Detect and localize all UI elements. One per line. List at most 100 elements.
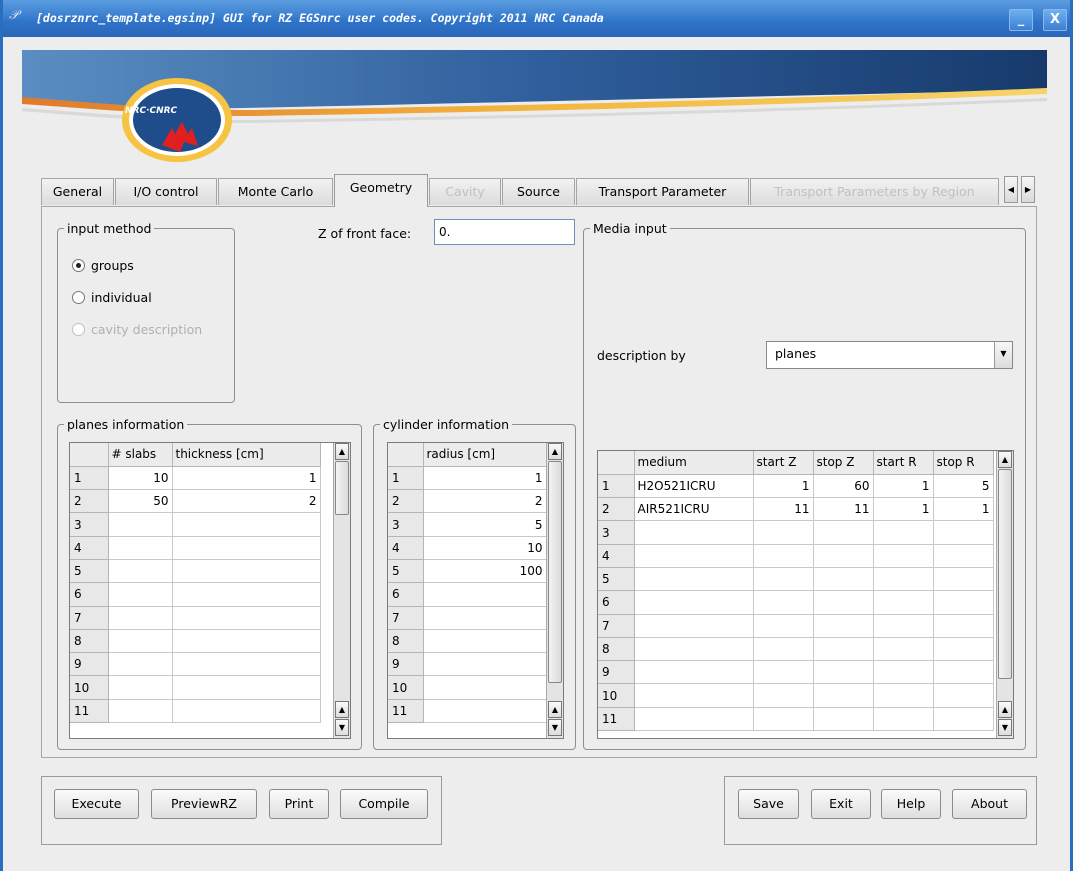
compile-button[interactable]: Compile: [340, 789, 428, 819]
table-row[interactable]: 3: [70, 512, 321, 537]
row-number[interactable]: 2: [70, 489, 109, 514]
print-button[interactable]: Print: [269, 789, 329, 819]
row-number[interactable]: 4: [598, 544, 635, 568]
tab-scroll-right-button[interactable]: ▶: [1021, 176, 1035, 203]
exit-button[interactable]: Exit: [811, 789, 871, 819]
table-cell[interactable]: [933, 544, 994, 568]
planes-scrollbar[interactable]: ▲ ▲ ▼: [333, 443, 350, 738]
table-cell[interactable]: [813, 567, 874, 592]
scroll-down-button[interactable]: ▼: [335, 719, 349, 736]
table-cell[interactable]: [423, 699, 547, 724]
column-header[interactable]: stop R: [933, 451, 994, 475]
table-cell[interactable]: [108, 512, 173, 537]
table-cell[interactable]: [753, 637, 814, 662]
table-row[interactable]: 11: [388, 466, 547, 491]
row-number[interactable]: 11: [598, 707, 635, 732]
tab-geometry[interactable]: Geometry: [334, 174, 428, 207]
table-row[interactable]: 5: [70, 559, 321, 584]
row-number[interactable]: 3: [388, 512, 424, 537]
table-cell[interactable]: [423, 582, 547, 607]
table-cell[interactable]: [753, 567, 814, 592]
tab-scroll-left-button[interactable]: ◀: [1004, 176, 1018, 203]
cylinder-table[interactable]: radius [cm] 1 1 2 2 3 5 4 10 5 100 6 7 8 9 10 11 ▲ ▲ ▼: [387, 442, 564, 739]
table-cell[interactable]: 11: [813, 497, 874, 522]
row-number[interactable]: 1: [598, 474, 635, 499]
title-bar[interactable]: 𝒫 [dosrznrc_template.egsinp] GUI for RZ …: [3, 0, 1070, 37]
dropdown-arrow-icon[interactable]: ▼: [994, 342, 1012, 368]
table-cell[interactable]: 50: [108, 489, 173, 514]
scroll-up-button[interactable]: ▲: [548, 443, 562, 460]
table-row[interactable]: 2 50 2: [70, 489, 321, 514]
column-header[interactable]: radius [cm]: [423, 443, 547, 467]
row-number[interactable]: 6: [70, 582, 109, 607]
table-cell[interactable]: [933, 614, 994, 638]
table-cell[interactable]: [813, 590, 874, 615]
table-cell[interactable]: 5: [933, 474, 994, 499]
table-cell[interactable]: [873, 683, 934, 708]
table-cell[interactable]: [423, 606, 547, 630]
table-cell[interactable]: [933, 683, 994, 708]
table-row[interactable]: 4: [70, 536, 321, 560]
table-cell[interactable]: [873, 660, 934, 685]
table-row[interactable]: 11: [70, 699, 321, 724]
table-cell[interactable]: [634, 590, 754, 615]
table-cell[interactable]: 10: [108, 466, 173, 491]
row-number[interactable]: 9: [70, 652, 109, 677]
table-cell[interactable]: [172, 652, 321, 677]
front-face-input[interactable]: [434, 219, 575, 245]
row-number[interactable]: 4: [388, 536, 424, 560]
table-cell[interactable]: [172, 699, 321, 724]
row-number[interactable]: 4: [70, 536, 109, 560]
table-cell[interactable]: 5: [423, 512, 547, 537]
table-cell[interactable]: [813, 707, 874, 732]
table-cell[interactable]: [172, 582, 321, 607]
column-header[interactable]: thickness [cm]: [172, 443, 321, 467]
table-cell[interactable]: [172, 629, 321, 654]
table-row[interactable]: 8: [388, 629, 547, 654]
row-number[interactable]: 11: [388, 699, 424, 724]
table-cell[interactable]: [634, 567, 754, 592]
save-button[interactable]: Save: [738, 789, 799, 819]
table-row[interactable]: 1 10 1: [70, 466, 321, 491]
tab-cavity[interactable]: Cavity: [429, 178, 501, 205]
table-cell[interactable]: [933, 520, 994, 545]
table-cell[interactable]: [172, 606, 321, 630]
scroll-thumb[interactable]: [548, 461, 562, 683]
row-number[interactable]: 9: [598, 660, 635, 685]
row-number[interactable]: 1: [388, 466, 424, 491]
table-cell[interactable]: [933, 637, 994, 662]
radio-cavity-description[interactable]: cavity description: [72, 322, 202, 337]
preview-rz-button[interactable]: PreviewRZ: [151, 789, 257, 819]
close-button[interactable]: X: [1043, 9, 1067, 31]
table-cell[interactable]: [108, 699, 173, 724]
table-cell[interactable]: 1: [753, 474, 814, 499]
tab-io-control[interactable]: I/O control: [115, 178, 217, 205]
table-cell[interactable]: [634, 637, 754, 662]
row-number[interactable]: 5: [598, 567, 635, 592]
table-row[interactable]: 9: [70, 652, 321, 677]
scroll-down-button[interactable]: ▼: [548, 719, 562, 736]
table-cell[interactable]: [753, 614, 814, 638]
table-row[interactable]: 10: [70, 675, 321, 700]
table-row[interactable]: 2 AIR521ICRU 11 11 1 1: [598, 497, 994, 522]
table-row[interactable]: 11: [598, 707, 994, 732]
row-number[interactable]: 3: [598, 520, 635, 545]
row-number[interactable]: 3: [70, 512, 109, 537]
table-row[interactable]: 7: [598, 614, 994, 638]
table-cell[interactable]: [873, 614, 934, 638]
table-cell[interactable]: 11: [753, 497, 814, 522]
table-cell[interactable]: [423, 675, 547, 700]
scroll-down-button[interactable]: ▼: [998, 719, 1012, 736]
table-row[interactable]: 10: [388, 675, 547, 700]
table-cell[interactable]: [423, 629, 547, 654]
table-row[interactable]: 5: [598, 567, 994, 592]
row-number[interactable]: 8: [70, 629, 109, 654]
row-number[interactable]: 2: [388, 489, 424, 514]
media-table[interactable]: medium start Zstop Zstart Rstop R 1 H2O521…: [597, 450, 1014, 739]
table-cell[interactable]: [108, 652, 173, 677]
table-cell[interactable]: [172, 512, 321, 537]
table-row[interactable]: 35: [388, 512, 547, 537]
about-button[interactable]: About: [952, 789, 1027, 819]
row-number[interactable]: 10: [70, 675, 109, 700]
table-row[interactable]: 8: [598, 637, 994, 662]
